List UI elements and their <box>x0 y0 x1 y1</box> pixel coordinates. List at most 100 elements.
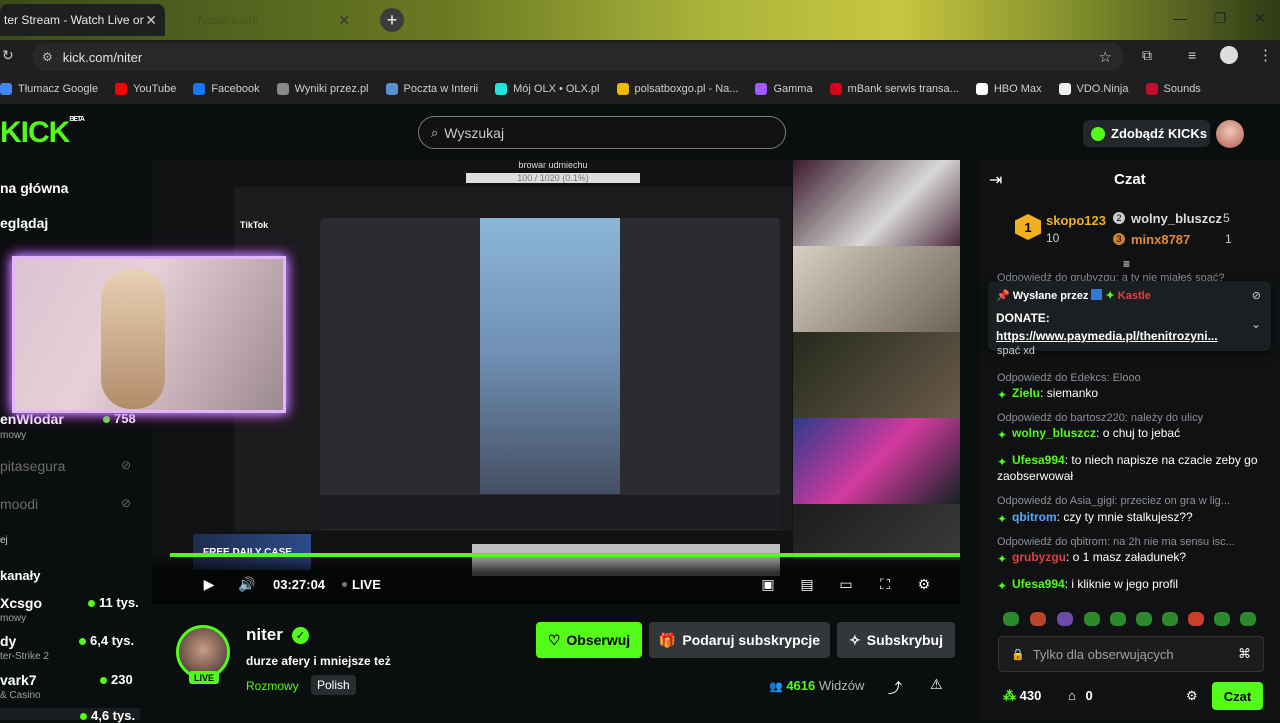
minimize-button[interactable]: — <box>1160 0 1200 36</box>
language-tag[interactable]: Polish <box>311 675 356 695</box>
cam-tile <box>793 246 960 332</box>
profile-icon[interactable] <box>1220 46 1238 64</box>
bookmark-item[interactable]: HBO Max <box>975 83 1042 95</box>
settings-gear-icon[interactable]: ⚙ <box>913 573 935 595</box>
emote-icon[interactable] <box>1084 612 1100 626</box>
bookmark-item[interactable]: Poczta w Interii <box>385 83 478 95</box>
viewer-count: 6,4 tys. <box>90 633 135 648</box>
pip-icon[interactable]: ▣ <box>757 573 779 595</box>
send-chat-button[interactable]: Czat <box>1212 682 1263 710</box>
leaderboard-user[interactable]: skopo123 <box>1046 213 1106 228</box>
bookmark-item[interactable]: polsatboxgo.pl - Na... <box>616 83 738 95</box>
bookmark-item[interactable]: Wyniki przez.pl <box>276 83 369 95</box>
fullscreen-icon[interactable]: ⛶ <box>874 573 896 595</box>
maximize-button[interactable]: ❐ <box>1200 0 1240 36</box>
collapse-chat-icon[interactable]: ⇥ <box>989 170 1002 190</box>
chat-username[interactable]: Zielu <box>1012 386 1040 400</box>
leaderboard-user[interactable]: wolny_bluszcz <box>1131 211 1222 226</box>
chat-separator: : <box>1040 386 1047 400</box>
bookmark-label: HBO Max <box>993 83 1042 95</box>
bookmark-item[interactable]: Mój OLX • OLX.pl <box>495 83 600 95</box>
unpin-icon[interactable]: ⊘ <box>1252 289 1261 302</box>
emote-icon[interactable] <box>1003 612 1019 626</box>
chat-input[interactable]: 🔒 Tylko dla obserwujących ⌘ <box>998 636 1264 672</box>
bookmark-item[interactable]: VDO.Ninja <box>1058 83 1129 95</box>
address-bar[interactable]: ⚙ kick.com/niter ☆ <box>32 43 1124 71</box>
reload-icon[interactable]: ↻ <box>2 47 14 64</box>
emote-picker-icon[interactable]: ⌘ <box>1238 646 1251 662</box>
media-icon[interactable]: ≡ <box>1188 47 1196 63</box>
bookmark-item[interactable]: Tłumacz Google <box>0 83 98 95</box>
chat-title: Czat <box>1114 171 1146 188</box>
sidebar-channel-offline[interactable]: pitasegura <box>0 458 65 474</box>
subscribe-button[interactable]: ✧ Subskrybuj <box>837 622 955 658</box>
theater-mode-icon[interactable]: ▭ <box>835 573 857 595</box>
report-icon[interactable]: ⚠ <box>930 676 943 693</box>
bookmark-item[interactable]: Sounds <box>1145 83 1201 95</box>
bookmark-item[interactable]: Gamma <box>755 83 813 95</box>
extensions-icon[interactable]: ⧉ <box>1142 47 1152 64</box>
pinned-message[interactable]: 📌 Wysłane przez ✦ Kastle ⊘ DONATE: https… <box>988 281 1271 351</box>
new-tab-button[interactable]: + <box>380 8 404 32</box>
user-avatar[interactable] <box>1216 120 1244 148</box>
chat-username[interactable]: Ufesa994 <box>1012 577 1065 591</box>
progress-bar[interactable] <box>170 553 960 557</box>
emote-icon[interactable] <box>1214 612 1230 626</box>
sidebar-channel-name[interactable]: vark7 <box>0 672 37 688</box>
sidebar-channel-name[interactable]: enWlodar <box>0 411 64 427</box>
chat-settings-icon[interactable]: ⚙ <box>1186 688 1198 704</box>
pinned-link[interactable]: https://www.paymedia.pl/thenitrozyni... <box>996 329 1218 343</box>
chat-username[interactable]: wolny_bluszcz <box>1012 426 1096 440</box>
badge-icon <box>1091 289 1103 300</box>
menu-icon[interactable]: ⋮ <box>1258 46 1273 64</box>
bookmark-item[interactable]: mBank serwis transa... <box>829 83 959 95</box>
reply-text: Odpowiedź do Edekcs: Elooo <box>997 372 1141 384</box>
category-link[interactable]: Rozmowy <box>246 679 299 693</box>
reply-line: Odpowiedź do bartosz220: należy do ulicy <box>997 410 1259 426</box>
site-settings-icon[interactable]: ⚙ <box>42 50 53 64</box>
follow-button[interactable]: ♡ Obserwuj <box>536 622 642 658</box>
emote-icon[interactable] <box>1110 612 1126 626</box>
gift-subs-button[interactable]: 🎁 Podaruj subskrypcje <box>649 622 830 658</box>
sidebar-channel-name[interactable]: dy <box>0 633 16 649</box>
close-window-button[interactable]: ✕ <box>1240 0 1280 36</box>
chat-fragment: spać xd <box>997 345 1035 357</box>
emote-icon[interactable] <box>1136 612 1152 626</box>
tab-close-icon[interactable]: ✕ <box>145 12 157 29</box>
tab-close-icon[interactable]: ✕ <box>338 12 350 29</box>
bookmark-item[interactable]: Facebook <box>193 83 260 95</box>
bookmark-item[interactable]: YouTube <box>115 83 176 95</box>
share-icon[interactable]: ⤴ <box>888 678 902 698</box>
chat-username[interactable]: grubyzgu <box>1012 550 1066 564</box>
sidebar-show-more[interactable]: ej <box>0 535 8 546</box>
nav-browse[interactable]: eglądaj <box>0 215 48 231</box>
channel-points[interactable]: ⁂ 430 <box>1003 688 1041 704</box>
ninja-icon <box>1058 83 1071 95</box>
filter-icon[interactable]: ≡ <box>1123 257 1130 271</box>
follow-label: Obserwuj <box>566 632 631 648</box>
emote-icon[interactable] <box>1162 612 1178 626</box>
leaderboard-user[interactable]: minx8787 <box>1131 232 1190 247</box>
tab-kick[interactable]: ter Stream - Watch Live on Kick ✕ <box>0 4 165 36</box>
emote-icon[interactable] <box>1057 612 1073 626</box>
streamer-name[interactable]: niter <box>246 625 283 645</box>
search-input[interactable]: ⌕ Wyszukaj <box>418 116 786 149</box>
emote-icon[interactable] <box>1240 612 1256 626</box>
sidebar-channel-category: mowy <box>0 613 27 624</box>
kick-logo[interactable]: KICKBETA <box>0 116 85 150</box>
get-kicks-button[interactable]: Zdobądź KICKs <box>1083 120 1210 147</box>
volume-icon[interactable]: 🔊 <box>236 573 258 595</box>
tab-new[interactable]: Nowa karta ✕ <box>168 4 358 36</box>
play-icon[interactable]: ▶ <box>198 573 220 595</box>
clip-icon[interactable]: ▤ <box>796 573 818 595</box>
sidebar-channel-name[interactable]: Xcsgo <box>0 595 42 611</box>
chevron-down-icon[interactable]: ⌄ <box>1251 317 1261 331</box>
nav-home[interactable]: na główna <box>0 180 68 196</box>
store-button[interactable]: ⌂ 0 <box>1068 688 1093 703</box>
sidebar-channel-offline[interactable]: moodi <box>0 496 38 512</box>
bookmark-star-icon[interactable]: ☆ <box>1099 48 1112 66</box>
emote-icon[interactable] <box>1030 612 1046 626</box>
chat-username[interactable]: Ufesa994 <box>1012 453 1065 467</box>
chat-username[interactable]: qbitrom <box>1012 510 1057 524</box>
emote-icon[interactable] <box>1188 612 1204 626</box>
